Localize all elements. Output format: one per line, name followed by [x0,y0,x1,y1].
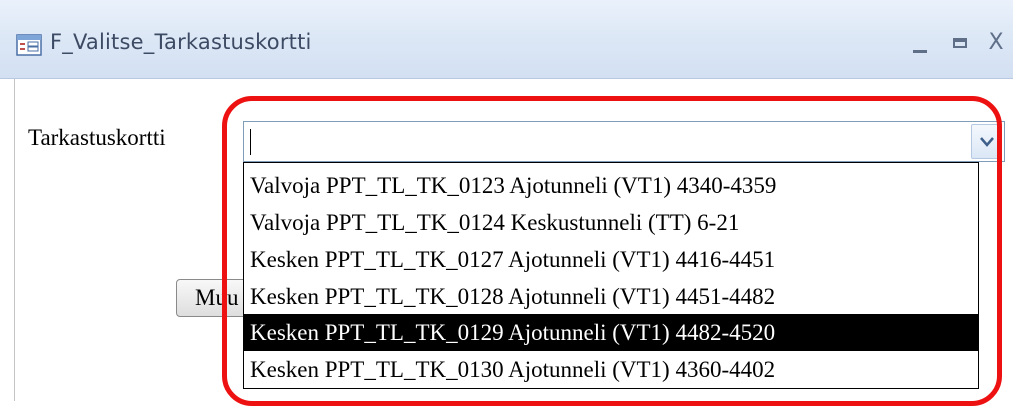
list-item[interactable]: Kesken PPT_TL_TK_0128 Ajotunneli (VT1) 4… [244,278,978,315]
list-item-selected[interactable]: Kesken PPT_TL_TK_0129 Ajotunneli (VT1) 4… [244,314,978,351]
list-item[interactable]: Kesken PPT_TL_TK_0130 Ajotunneli (VT1) 4… [244,351,978,388]
list-item[interactable]: Valvoja PPT_TL_TK_0123 Ajotunneli (VT1) … [244,167,978,204]
window-title: F_Valitse_Tarkastuskortti [50,30,312,54]
window-titlebar[interactable]: F_Valitse_Tarkastuskortti X [0,0,1013,79]
tarkastuskortti-dropdown-list[interactable]: Valvoja PPT_TL_TK_0123 Ajotunneli (VT1) … [243,162,979,389]
list-item[interactable]: Valvoja PPT_TL_TK_0124 Keskustunneli (TT… [244,204,978,241]
muu-button-label: Muu [195,285,239,310]
tarkastuskortti-combobox[interactable] [243,121,1005,162]
tarkastuskortti-label: Tarkastuskortti [28,125,166,150]
form-window: F_Valitse_Tarkastuskortti X Tarkastuskor… [0,0,1013,406]
form-border [14,79,15,401]
chevron-down-icon [980,137,994,147]
close-icon[interactable]: X [982,28,1010,58]
minimize-icon[interactable] [906,28,934,58]
maximize-icon[interactable] [946,28,974,58]
text-caret [250,129,251,155]
dropdown-arrow-button[interactable] [971,124,1002,159]
form-icon [16,34,42,56]
list-item[interactable]: Kesken PPT_TL_TK_0127 Ajotunneli (VT1) 4… [244,241,978,278]
